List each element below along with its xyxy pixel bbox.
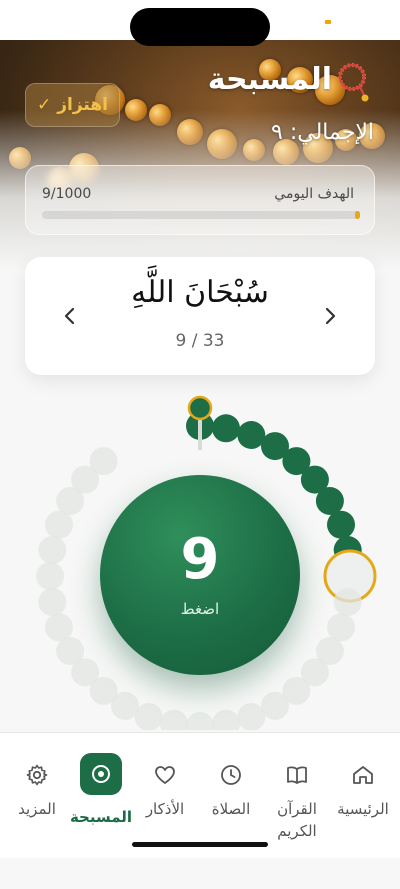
counter-hint: اضغط bbox=[180, 600, 220, 618]
daily-goal-progress-track bbox=[42, 211, 360, 219]
heart-icon bbox=[155, 766, 175, 784]
bead-remaining bbox=[89, 447, 118, 476]
active-tab-highlight bbox=[80, 753, 122, 795]
tab-label: الصلاة bbox=[211, 800, 251, 818]
tab-book[interactable]: القرآن الكريم bbox=[264, 763, 330, 843]
home-icon bbox=[353, 766, 373, 784]
status-indicator bbox=[325, 20, 331, 24]
tab-label: المسبحة bbox=[69, 808, 133, 826]
bead-remaining bbox=[186, 712, 214, 730]
bottom-tab-bar: الرئيسية القرآن الكريم الصلاة الأذكار المسبح… bbox=[0, 732, 400, 858]
tab-tasbih-target[interactable]: المسبحة bbox=[68, 753, 134, 829]
bead-remaining bbox=[160, 709, 188, 730]
daily-goal-card: الهدف اليومي 9/1000 bbox=[25, 165, 375, 235]
gear-icon bbox=[26, 764, 48, 786]
tasbih-target-icon bbox=[92, 765, 110, 783]
dhikr-card: سُبْحَانَ اللَّهِ 9 / 33 bbox=[25, 257, 375, 375]
bead-completed bbox=[327, 510, 355, 539]
daily-goal-value: 9/1000 bbox=[42, 186, 92, 202]
counter-value: 9 bbox=[180, 527, 220, 592]
bead-remaining bbox=[212, 709, 240, 730]
page-title: المسبحة bbox=[207, 62, 332, 97]
next-dhikr-button[interactable] bbox=[315, 301, 345, 331]
tab-clock[interactable]: الصلاة bbox=[198, 763, 264, 821]
tab-label: الرئيسية bbox=[337, 800, 389, 818]
prayer-beads-icon bbox=[338, 63, 369, 102]
daily-goal-progress-fill bbox=[355, 211, 360, 219]
home-indicator bbox=[132, 842, 268, 847]
bead-remaining bbox=[333, 588, 362, 616]
bead-remaining bbox=[237, 703, 266, 730]
book-icon bbox=[287, 766, 307, 784]
clock-icon bbox=[221, 765, 241, 785]
tab-gear[interactable]: المزيد bbox=[4, 763, 70, 821]
dhikr-count: 9 / 33 bbox=[175, 331, 225, 351]
tab-home[interactable]: الرئيسية bbox=[330, 763, 396, 821]
chevron-right-icon bbox=[325, 307, 336, 325]
bead-remaining bbox=[38, 588, 67, 616]
tab-label: القرآن الكريم bbox=[277, 800, 317, 840]
ring-start-marker-stem bbox=[198, 420, 202, 450]
status-bar bbox=[0, 0, 400, 46]
tasbih-counter-button[interactable]: 9 اضغط bbox=[100, 475, 300, 675]
tab-heart[interactable]: الأذكار bbox=[132, 763, 198, 821]
tab-label: الأذكار bbox=[145, 800, 185, 818]
total-count: الإجمالي: ٩ bbox=[271, 120, 374, 145]
bead-completed bbox=[212, 414, 240, 443]
bead-remaining bbox=[38, 536, 67, 564]
tab-label: المزيد bbox=[18, 800, 56, 818]
daily-goal-label: الهدف اليومي bbox=[274, 186, 354, 202]
bead-remaining bbox=[45, 613, 73, 642]
ring-start-marker bbox=[187, 395, 213, 421]
camera-notch bbox=[130, 8, 270, 46]
vibrate-toggle-button[interactable]: اهتزاز ✓ bbox=[25, 83, 120, 127]
bead-remaining bbox=[36, 562, 64, 590]
